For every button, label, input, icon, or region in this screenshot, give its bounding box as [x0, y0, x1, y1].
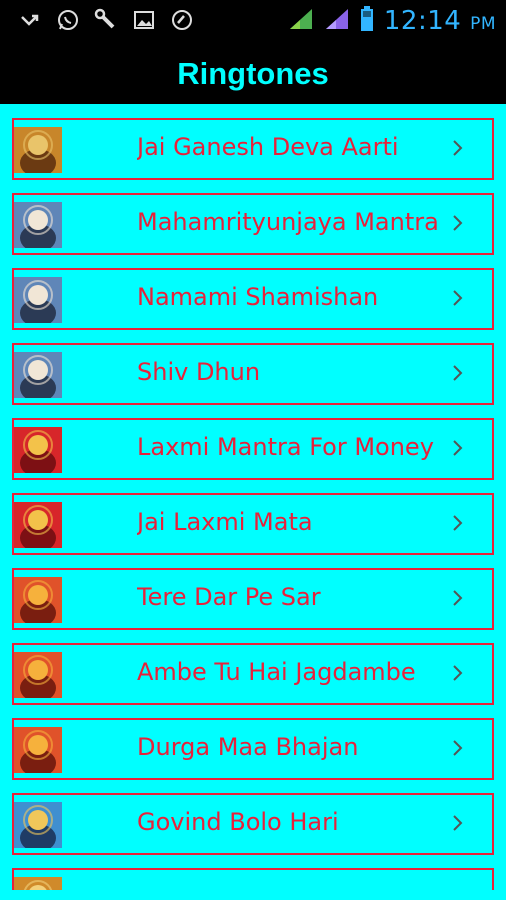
- ringtone-title: Tere Dar Pe Sar: [137, 583, 321, 611]
- durga-thumbnail-icon: [14, 577, 62, 623]
- durga-thumbnail-icon: [14, 727, 62, 773]
- ringtone-title: Govind Bolo Hari: [137, 808, 339, 836]
- shiva-thumbnail-icon: [14, 352, 62, 398]
- ringtone-title: Ambe Tu Hai Jagdambe: [137, 658, 416, 686]
- whatsapp-icon: [56, 8, 80, 32]
- page-title: Ringtones: [177, 56, 329, 91]
- ringtone-title: Shiv Dhun: [137, 358, 261, 386]
- durga-thumbnail-icon: [14, 652, 62, 698]
- ringtone-title: Namami Shamishan: [137, 283, 379, 311]
- chevron-right-icon: [451, 512, 465, 534]
- chevron-right-icon: [451, 437, 465, 459]
- ringtone-row[interactable]: Durga Maa Bhajan: [12, 718, 494, 780]
- clock-ampm: PM: [470, 14, 496, 34]
- ringtone-row[interactable]: Jai Ganesh Deva Aarti: [12, 118, 494, 180]
- laxmi-thumbnail-icon: [14, 427, 62, 473]
- ringtone-title: Durga Maa Bhajan: [137, 733, 359, 761]
- chevron-right-icon: [451, 887, 465, 890]
- shiva-thumbnail-icon: [14, 202, 62, 248]
- chevron-right-icon: [451, 812, 465, 834]
- ringtone-title: Jai Ganesh Deva Aarti: [137, 133, 399, 161]
- signal-purple-icon: [324, 7, 350, 35]
- missed-call-icon: [18, 8, 42, 32]
- ganesh-thumbnail-icon: [14, 127, 62, 173]
- signal-green-icon: [288, 7, 314, 35]
- laxmi-thumbnail-icon: [14, 502, 62, 548]
- ringtone-list[interactable]: Jai Ganesh Deva Aarti Mahamrityunjaya Man…: [12, 118, 494, 890]
- ringtone-row[interactable]: Shiv Dhun: [12, 343, 494, 405]
- ringtone-title: Mahamrityunjaya Mantra: [137, 208, 439, 236]
- notification-icons: [18, 8, 194, 32]
- sync-icon: [170, 8, 194, 32]
- ringtone-row[interactable]: [12, 868, 494, 890]
- chevron-right-icon: [451, 212, 465, 234]
- chevron-right-icon: [451, 662, 465, 684]
- ringtone-row[interactable]: Mahamrityunjaya Mantra: [12, 193, 494, 255]
- shiva-thumbnail-icon: [14, 277, 62, 323]
- ringtone-title: Laxmi Mantra For Money: [137, 433, 434, 461]
- image-icon: [132, 8, 156, 32]
- status-bar: 12:14 PM: [0, 0, 506, 44]
- chevron-right-icon: [451, 362, 465, 384]
- clock: 12:14 PM: [384, 6, 496, 36]
- ringtone-row[interactable]: Govind Bolo Hari: [12, 793, 494, 855]
- chevron-right-icon: [451, 137, 465, 159]
- ringtone-row[interactable]: Ambe Tu Hai Jagdambe: [12, 643, 494, 705]
- ringtone-row[interactable]: Namami Shamishan: [12, 268, 494, 330]
- chevron-right-icon: [451, 587, 465, 609]
- krishna-thumbnail-icon: [14, 802, 62, 848]
- app-bar: Ringtones: [0, 44, 506, 104]
- system-indicators: 12:14 PM: [288, 6, 496, 36]
- clock-time: 12:14: [383, 6, 462, 36]
- wrench-icon: [94, 8, 118, 32]
- ringtone-row[interactable]: Laxmi Mantra For Money: [12, 418, 494, 480]
- chevron-right-icon: [451, 287, 465, 309]
- ringtone-title: Jai Laxmi Mata: [137, 508, 313, 536]
- ringtone-row[interactable]: Jai Laxmi Mata: [12, 493, 494, 555]
- chevron-right-icon: [451, 737, 465, 759]
- ringtone-row[interactable]: Tere Dar Pe Sar: [12, 568, 494, 630]
- battery-icon: [360, 6, 374, 36]
- deity-thumbnail-icon: [14, 877, 62, 890]
